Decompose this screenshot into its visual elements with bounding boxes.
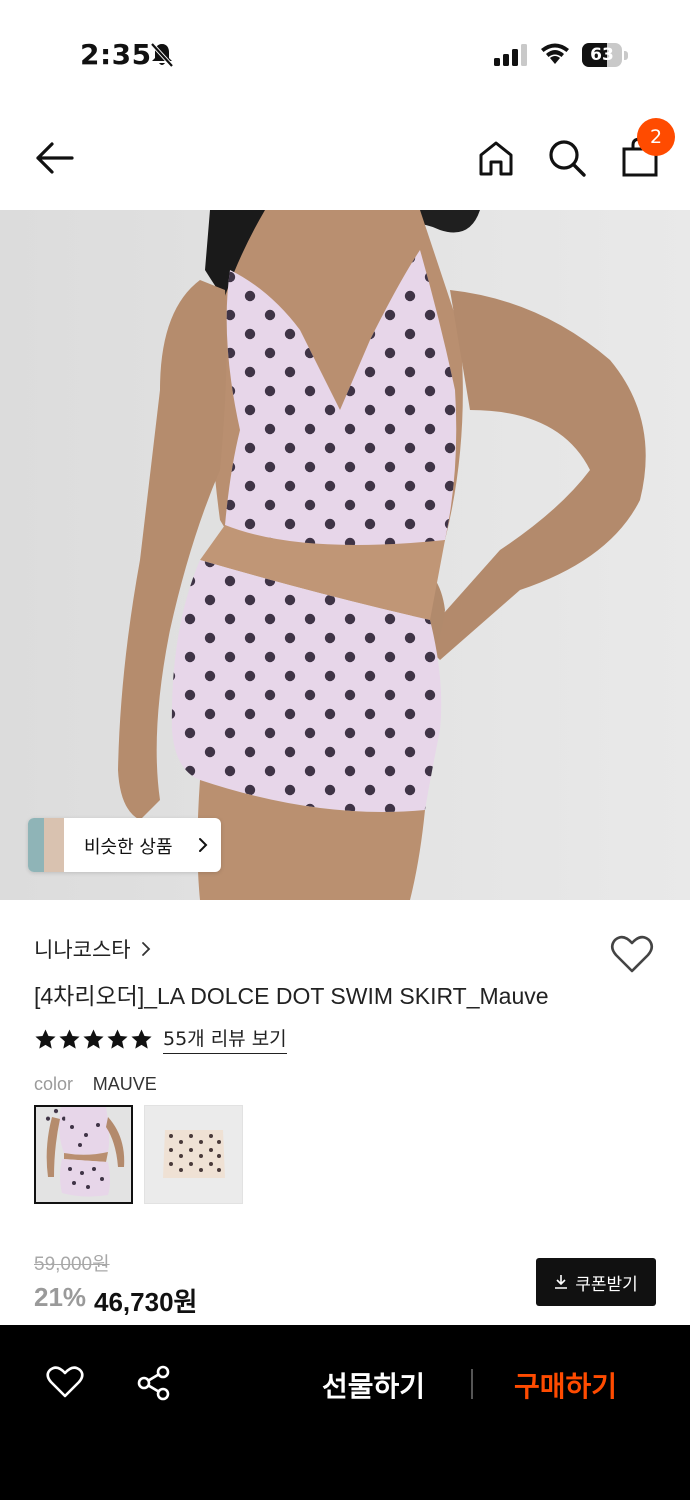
- search-icon[interactable]: [547, 138, 587, 178]
- discount-rate: 21%: [34, 1282, 87, 1312]
- heart-icon[interactable]: [46, 1365, 84, 1399]
- signal-icon: [494, 44, 527, 66]
- gift-button[interactable]: 선물하기: [322, 1365, 425, 1405]
- similar-products-button[interactable]: 비슷한 상품: [28, 818, 221, 872]
- buy-button[interactable]: 구매하기: [514, 1365, 617, 1405]
- coupon-button[interactable]: 쿠폰받기: [536, 1258, 656, 1306]
- color-row: color MAUVE: [34, 1074, 157, 1095]
- star-icon: [35, 1028, 56, 1049]
- product-title: [4차리오더]_LA DOLCE DOT SWIM SKIRT_Mauve: [34, 983, 549, 1009]
- bell-slash-icon: [150, 42, 174, 68]
- similar-thumbnail: [28, 818, 64, 872]
- divider: [471, 1369, 473, 1399]
- cart-count-badge: 2: [637, 118, 675, 156]
- star-icon: [107, 1028, 128, 1049]
- star-icon: [83, 1028, 104, 1049]
- color-swatch-dot-skirt[interactable]: [144, 1105, 243, 1204]
- wifi-icon: [541, 43, 569, 64]
- sale-price: 46,730원: [94, 1287, 198, 1317]
- battery-indicator: 63: [582, 43, 628, 69]
- original-price: 59,000원: [34, 1254, 110, 1275]
- battery-percent: 63: [590, 45, 614, 65]
- chevron-right-icon: [141, 942, 150, 956]
- back-arrow-icon[interactable]: [32, 140, 76, 176]
- product-image[interactable]: [0, 210, 690, 900]
- brand-name: 니나코스타: [34, 938, 131, 962]
- product-photo: [0, 210, 690, 900]
- top-nav: 2: [0, 110, 690, 210]
- download-icon: [555, 1275, 568, 1289]
- rating-row: 55개 리뷰 보기: [34, 1024, 287, 1054]
- color-label: color: [34, 1074, 74, 1094]
- star-icon: [131, 1028, 152, 1049]
- share-icon[interactable]: [136, 1365, 172, 1401]
- status-bar: 2:35 63: [0, 0, 690, 110]
- color-value: MAUVE: [92, 1074, 157, 1094]
- color-swatch-mauve[interactable]: [34, 1105, 133, 1204]
- coupon-label: 쿠폰받기: [575, 1274, 638, 1295]
- bottom-action-bar: 선물하기 구매하기: [0, 1325, 690, 1500]
- heart-icon[interactable]: [610, 934, 654, 974]
- review-link[interactable]: 55개 리뷰 보기: [163, 1024, 287, 1054]
- status-time: 2:35: [80, 38, 152, 71]
- chevron-right-icon: [199, 838, 208, 852]
- home-icon[interactable]: [476, 138, 516, 178]
- star-icon: [59, 1028, 80, 1049]
- similar-products-label: 비슷한 상품: [84, 837, 173, 858]
- star-rating: [34, 1028, 153, 1051]
- brand-link[interactable]: 니나코스타: [34, 934, 151, 964]
